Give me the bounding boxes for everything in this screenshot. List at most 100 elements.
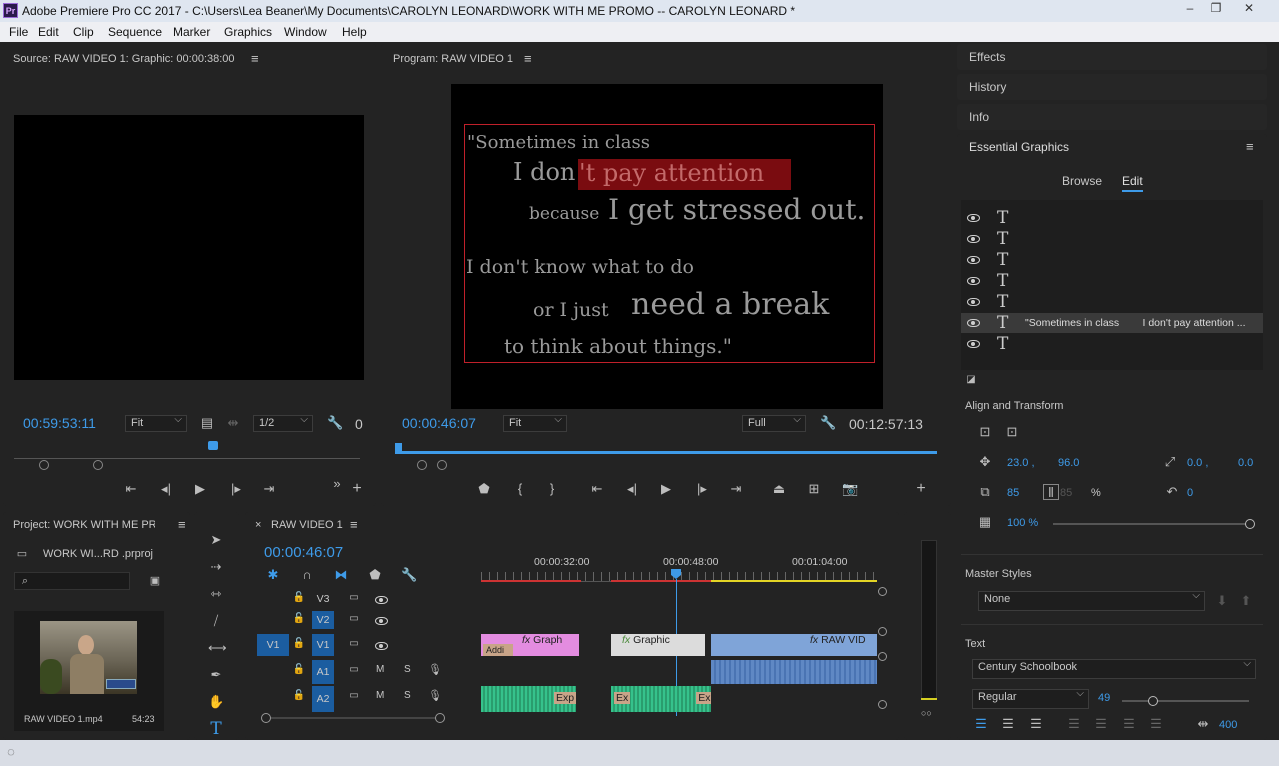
minimize-icon[interactable]: – — [1179, 2, 1201, 16]
menu-window[interactable]: Window — [284, 25, 327, 39]
track-a1[interactable]: A1 — [312, 660, 334, 684]
menu-icon[interactable]: ≡ — [350, 517, 358, 532]
linked-selection-icon[interactable]: ⧓ — [333, 567, 349, 583]
go-to-out-icon[interactable]: ⇥ — [728, 481, 744, 497]
rotation-value[interactable]: 0 — [1187, 487, 1193, 499]
step-back-icon[interactable]: ◂| — [624, 481, 640, 497]
menu-graphics[interactable]: Graphics — [224, 25, 272, 39]
align-horizontal-icon[interactable]: ⊡ — [977, 424, 993, 440]
scale-value-2[interactable]: 85 — [1060, 487, 1072, 499]
scroll-handle[interactable] — [878, 587, 887, 596]
slider-handle[interactable] — [1245, 519, 1255, 529]
video-clip[interactable]: fx RAW VID — [711, 634, 877, 656]
layer-row[interactable]: T — [961, 250, 1263, 270]
camera-icon[interactable]: 📷 — [842, 481, 858, 497]
add-marker-icon[interactable]: ⬟ — [367, 567, 383, 583]
menu-clip[interactable]: Clip — [73, 25, 94, 39]
timeline-zoom-bar[interactable] — [261, 713, 445, 723]
layer-row[interactable]: T — [961, 292, 1263, 312]
position-x[interactable]: 23.0 , — [1007, 457, 1035, 469]
position-y[interactable]: 96.0 — [1058, 457, 1079, 469]
type-tool-icon[interactable]: T — [208, 721, 224, 738]
selection-tool-icon[interactable]: ➤ — [208, 532, 224, 548]
wrench-icon[interactable]: 🔧 — [327, 415, 343, 431]
layer-row[interactable]: T — [961, 271, 1263, 291]
go-to-out-icon[interactable]: ⇥ — [261, 481, 277, 497]
layer-row[interactable]: T — [961, 334, 1263, 354]
sync-lock-icon[interactable]: ▭ — [346, 611, 362, 627]
meter-solo-icon[interactable]: ○○ — [921, 708, 932, 718]
track-v2[interactable]: V2 — [312, 611, 334, 629]
zoom-handle-right[interactable] — [435, 713, 445, 723]
step-forward-icon[interactable]: |▸ — [228, 481, 244, 497]
playhead[interactable] — [208, 441, 218, 450]
close-tab-icon[interactable]: × — [255, 519, 261, 531]
program-timecode[interactable]: 00:00:46:07 — [402, 415, 476, 431]
audio-clip-a2[interactable]: Exp — [481, 686, 576, 712]
track-v1[interactable]: V1 — [312, 634, 334, 656]
menu-edit[interactable]: Edit — [38, 25, 59, 39]
menu-help[interactable]: Help — [342, 25, 367, 39]
zoom-handle-left[interactable] — [39, 460, 49, 470]
push-up-icon[interactable]: ⬆ — [1238, 593, 1254, 609]
anchor-x[interactable]: 0.0 , — [1187, 457, 1208, 469]
menu-icon[interactable]: ≡ — [1246, 139, 1254, 154]
lock-icon[interactable]: 🔓 — [291, 688, 307, 704]
justify-right-icon[interactable]: ☰ — [1121, 716, 1137, 732]
new-bin-icon[interactable]: ▣ — [147, 573, 163, 589]
timeline-settings-icon[interactable]: 🔧 — [401, 567, 417, 583]
new-layer-icon[interactable]: ◪ — [963, 372, 979, 388]
play-icon[interactable]: ▶ — [658, 481, 674, 497]
sync-lock-icon[interactable]: ▭ — [346, 590, 362, 606]
track-select-tool-icon[interactable]: ⇢ — [208, 559, 224, 575]
search-input[interactable]: ⌕ — [14, 572, 130, 590]
close-icon[interactable]: ✕ — [1238, 2, 1260, 16]
eye-icon[interactable] — [967, 235, 980, 243]
microphone-icon[interactable]: 🎙 — [427, 688, 443, 704]
justify-all-icon[interactable]: ☰ — [1148, 716, 1164, 732]
layer-row[interactable]: T — [961, 229, 1263, 249]
program-fit-select[interactable]: Fit — [503, 414, 567, 432]
restore-icon[interactable]: ❐ — [1205, 2, 1227, 16]
add-button-icon[interactable]: + — [349, 481, 365, 497]
track-v3[interactable]: V3 — [312, 590, 334, 608]
zoom-handle-right[interactable] — [93, 460, 103, 470]
lock-icon[interactable]: 🔓 — [291, 611, 307, 627]
audio-clip-a2[interactable]: Ex Ex — [611, 686, 711, 712]
push-down-icon[interactable]: ⬇ — [1214, 593, 1230, 609]
sequence-tab[interactable]: RAW VIDEO 1 — [271, 519, 343, 531]
info-title[interactable]: Info — [969, 110, 989, 124]
source-scrubber[interactable] — [14, 439, 360, 459]
program-quality-select[interactable]: Full — [742, 414, 806, 432]
menu-icon[interactable]: ≡ — [524, 51, 532, 66]
selected-text-highlight[interactable]: 't pay attention — [578, 159, 791, 190]
align-center-icon[interactable]: ☰ — [1000, 716, 1016, 732]
master-styles-select[interactable]: None — [978, 590, 1205, 611]
menu-sequence[interactable]: Sequence — [108, 25, 162, 39]
history-panel[interactable]: History — [957, 74, 1267, 100]
zoom-handle-left[interactable] — [261, 713, 271, 723]
graphic-clip[interactable]: fx Graphic — [611, 634, 705, 656]
audio-clip-a1[interactable] — [711, 660, 877, 684]
more-icon[interactable]: » — [329, 476, 345, 492]
link-scale-icon[interactable]: ⫴ — [1043, 484, 1059, 500]
lock-icon[interactable]: 🔓 — [291, 590, 307, 606]
solo-button[interactable]: S — [404, 664, 411, 675]
history-title[interactable]: History — [969, 80, 1006, 94]
mute-button[interactable]: M — [376, 690, 384, 701]
lock-icon[interactable]: 🔓 — [291, 636, 307, 652]
pen-tool-icon[interactable]: ✒ — [208, 667, 224, 683]
font-size-value[interactable]: 49 — [1098, 692, 1110, 704]
nest-icon[interactable]: ✱ — [265, 567, 281, 583]
step-back-icon[interactable]: ◂| — [158, 481, 174, 497]
go-to-in-icon[interactable]: ⇤ — [123, 481, 139, 497]
eye-icon[interactable] — [967, 340, 980, 348]
align-right-icon[interactable]: ☰ — [1028, 716, 1044, 732]
go-to-in-icon[interactable]: ⇤ — [589, 481, 605, 497]
tracking-value[interactable]: 400 — [1219, 719, 1237, 731]
layer-row-selected[interactable]: T "Sometimes in class I don't pay attenti… — [961, 313, 1263, 333]
mute-button[interactable]: M — [376, 664, 384, 675]
zoom-handle-right[interactable] — [437, 460, 447, 470]
lift-icon[interactable]: ⏏ — [771, 481, 787, 497]
snap-icon[interactable]: ∩ — [299, 567, 315, 583]
